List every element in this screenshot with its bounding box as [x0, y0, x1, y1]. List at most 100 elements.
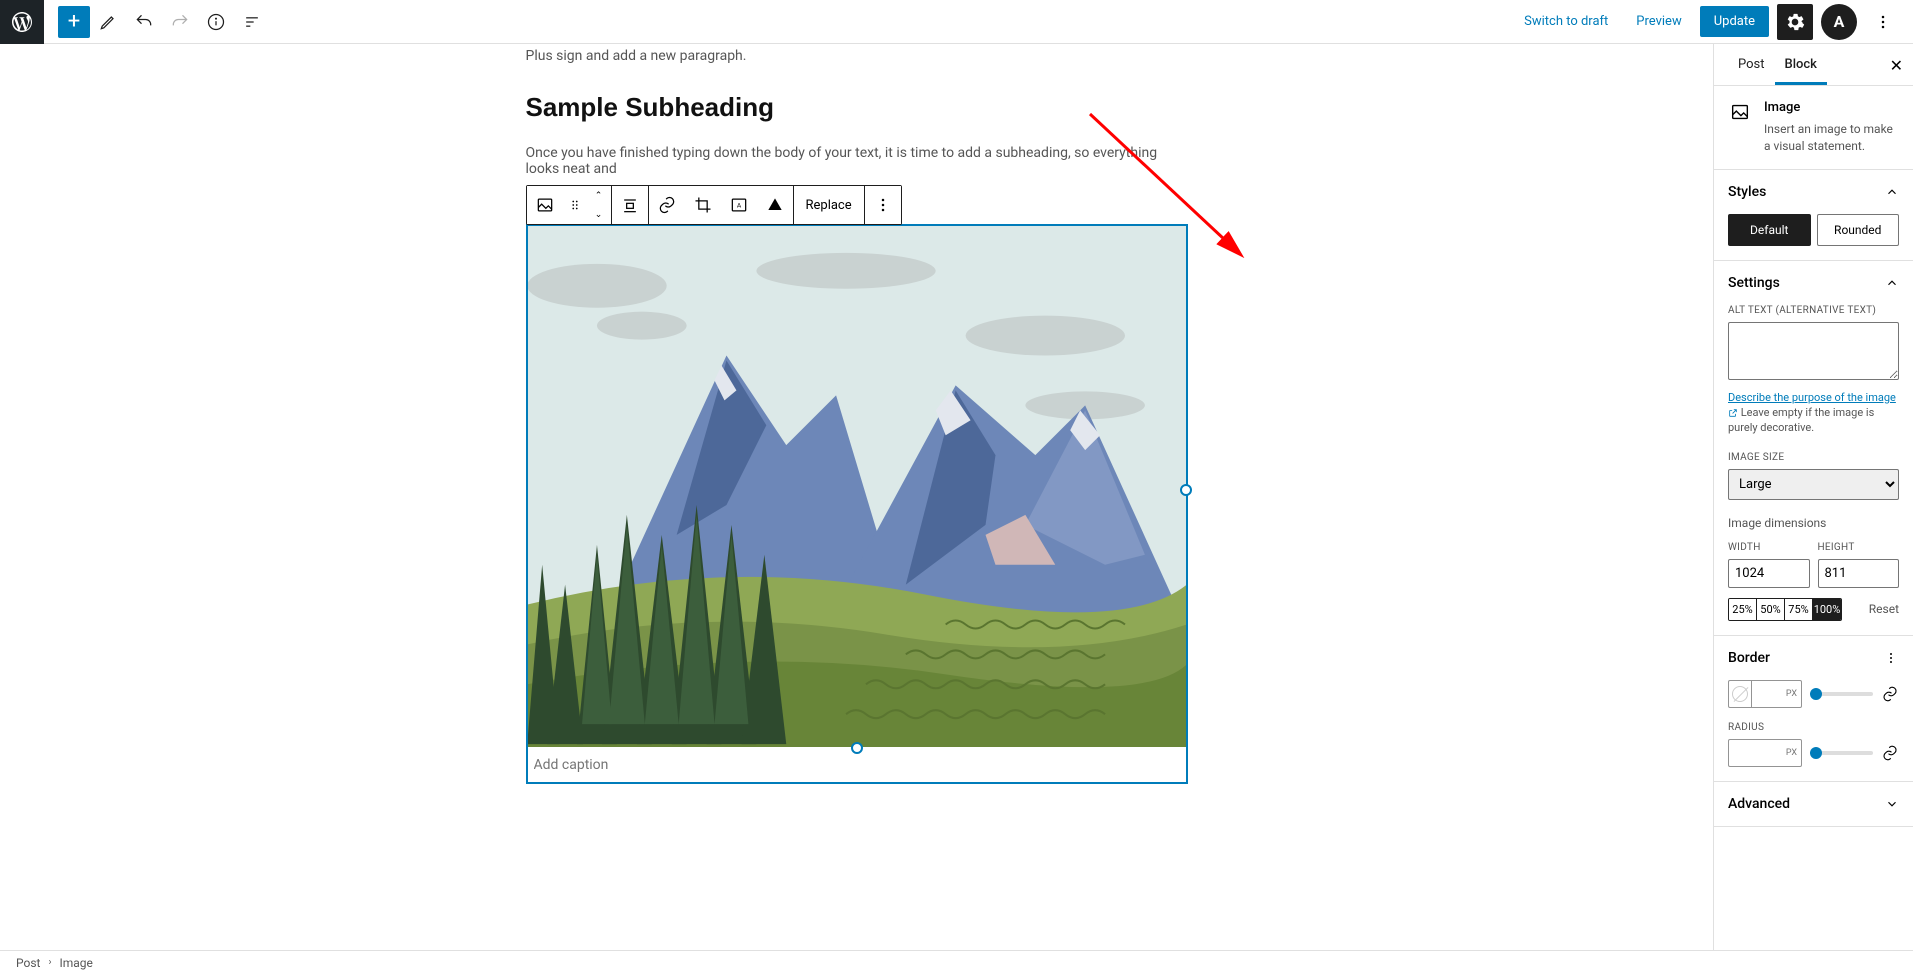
pct-50-button[interactable]: 50%: [1757, 599, 1785, 620]
resize-handle-right[interactable]: [1180, 484, 1192, 496]
settings-sidebar: Post Block ✕ Image Insert an image to ma…: [1713, 44, 1913, 950]
settings-toggle-button[interactable]: [1777, 4, 1813, 40]
heading-block[interactable]: Sample Subheading: [526, 92, 1188, 123]
block-type-name: Image: [1764, 100, 1899, 115]
height-input[interactable]: [1818, 559, 1900, 588]
svg-text:A: A: [736, 202, 741, 210]
style-default-button[interactable]: Default: [1728, 214, 1811, 246]
duotone-icon: [765, 195, 785, 215]
paragraph-block[interactable]: Plus sign and add a new paragraph.: [526, 48, 1188, 64]
reset-dimensions-button[interactable]: Reset: [1869, 602, 1899, 616]
crop-button[interactable]: [685, 186, 721, 224]
border-radius-slider[interactable]: [1810, 751, 1873, 755]
list-view-icon: [242, 12, 262, 32]
text-overlay-icon: A: [729, 195, 749, 215]
mountain-illustration: [528, 226, 1186, 747]
link-icon: [657, 195, 677, 215]
tools-toggle-button[interactable]: [90, 4, 126, 40]
alt-text-label: ALT TEXT (ALTERNATIVE TEXT): [1728, 305, 1899, 316]
width-label: WIDTH: [1728, 542, 1810, 553]
chevron-down-icon: [1885, 797, 1899, 811]
border-radius-input[interactable]: PX: [1728, 739, 1802, 767]
no-color-icon: [1732, 686, 1748, 702]
height-label: HEIGHT: [1818, 542, 1900, 553]
styles-panel-toggle[interactable]: Styles: [1728, 184, 1899, 200]
update-button[interactable]: Update: [1700, 6, 1769, 37]
preview-button[interactable]: Preview: [1626, 8, 1691, 35]
undo-button[interactable]: [126, 4, 162, 40]
tab-post[interactable]: Post: [1728, 45, 1775, 84]
more-vertical-icon: [873, 195, 893, 215]
chevron-up-icon: ⌃: [587, 186, 611, 205]
info-icon: [206, 12, 226, 32]
align-icon: [620, 195, 640, 215]
tab-block[interactable]: Block: [1775, 45, 1827, 85]
alt-text-input[interactable]: [1728, 322, 1899, 380]
gear-icon: [1785, 12, 1805, 32]
block-type-description: Insert an image to make a visual stateme…: [1764, 121, 1899, 155]
link-button[interactable]: [649, 186, 685, 224]
list-view-button[interactable]: [234, 4, 270, 40]
chevron-up-icon: [1885, 185, 1899, 199]
chevron-right-icon: ›: [48, 957, 51, 968]
radius-label: RADIUS: [1728, 722, 1899, 733]
move-updown[interactable]: ⌃⌄: [587, 186, 611, 224]
unlink-sides-button[interactable]: [1881, 685, 1899, 703]
image-size-label: IMAGE SIZE: [1728, 452, 1899, 463]
editor-canvas[interactable]: Plus sign and add a new paragraph. Sampl…: [0, 44, 1713, 950]
alt-text-help: Describe the purpose of the image Leave …: [1728, 390, 1899, 436]
settings-panel-toggle[interactable]: Settings: [1728, 275, 1899, 291]
duotone-button[interactable]: [757, 186, 793, 224]
chevron-down-icon: ⌄: [587, 205, 611, 224]
width-input[interactable]: [1728, 559, 1810, 588]
block-toolbar: ⌃⌄ A Replace: [526, 185, 902, 225]
crop-icon: [693, 195, 713, 215]
pct-25-button[interactable]: 25%: [1729, 599, 1757, 620]
border-width-input[interactable]: PX: [1752, 680, 1802, 708]
border-width-slider[interactable]: [1810, 692, 1873, 696]
advanced-panel-toggle[interactable]: Advanced: [1728, 796, 1899, 812]
block-type-button[interactable]: [527, 186, 563, 224]
chevron-up-icon: [1885, 276, 1899, 290]
pct-100-button[interactable]: 100%: [1813, 599, 1841, 620]
drag-icon: [568, 198, 582, 212]
border-color-button[interactable]: [1728, 680, 1752, 708]
image-block[interactable]: [526, 224, 1188, 784]
resize-handle-bottom[interactable]: [851, 742, 863, 754]
image-dimensions-label: Image dimensions: [1728, 516, 1899, 530]
block-options-button[interactable]: [865, 186, 901, 224]
image-icon: [1729, 101, 1751, 123]
border-panel-toggle[interactable]: Border: [1728, 650, 1899, 666]
align-button[interactable]: [612, 186, 648, 224]
wordpress-icon: [10, 10, 34, 34]
paragraph-block[interactable]: Once you have finished typing down the b…: [526, 145, 1188, 177]
astra-button[interactable]: A: [1821, 4, 1857, 40]
breadcrumb-post[interactable]: Post: [16, 956, 40, 970]
breadcrumb-image[interactable]: Image: [59, 956, 92, 970]
image-block-icon: [1728, 100, 1752, 124]
top-toolbar: + Switch to draft Preview Update A: [0, 0, 1913, 44]
details-button[interactable]: [198, 4, 234, 40]
style-rounded-button[interactable]: Rounded: [1817, 214, 1900, 246]
pct-75-button[interactable]: 75%: [1785, 599, 1813, 620]
wordpress-logo-button[interactable]: [0, 0, 44, 44]
more-vertical-icon: [1883, 650, 1899, 666]
breadcrumb: Post › Image: [0, 950, 1913, 974]
unlink-sides-button[interactable]: [1881, 744, 1899, 762]
text-over-image-button[interactable]: A: [721, 186, 757, 224]
image-size-select[interactable]: Large: [1728, 469, 1899, 500]
replace-button[interactable]: Replace: [794, 186, 864, 224]
pencil-icon: [98, 12, 118, 32]
options-button[interactable]: [1865, 4, 1901, 40]
switch-to-draft-button[interactable]: Switch to draft: [1514, 8, 1618, 35]
undo-icon: [134, 12, 154, 32]
more-vertical-icon: [1873, 12, 1893, 32]
redo-button[interactable]: [162, 4, 198, 40]
external-link-icon: [1728, 408, 1738, 418]
drag-handle[interactable]: [563, 186, 587, 224]
alt-help-link[interactable]: Describe the purpose of the image: [1728, 391, 1896, 404]
image-icon: [535, 195, 555, 215]
close-sidebar-button[interactable]: ✕: [1890, 56, 1903, 75]
add-block-button[interactable]: +: [58, 6, 90, 38]
redo-icon: [170, 12, 190, 32]
